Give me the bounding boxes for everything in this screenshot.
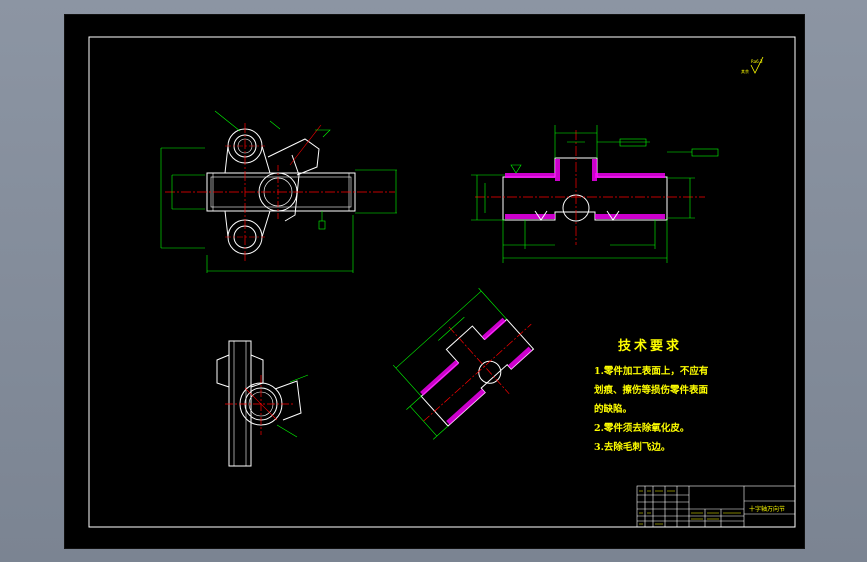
- note-line-5: 3.去除毛刺飞边。: [594, 442, 671, 453]
- roughness-symbol: 其余 Ra6.3: [741, 56, 764, 74]
- notes-title: 技术要求: [618, 339, 683, 354]
- title-block-marks: [639, 490, 741, 525]
- section-view: [471, 125, 719, 263]
- note-line-2: 划痕、擦伤等损伤零件表面: [594, 385, 709, 396]
- roughness-note: 其余: [741, 68, 749, 74]
- front-view: [160, 110, 397, 273]
- note-line-3: 的缺陷。: [594, 404, 633, 415]
- cad-drawing: 其余 Ra6.3: [88, 36, 796, 528]
- drawing-sheet: 其余 Ra6.3 技术要求 1.零件加工表面上，不应有 划痕、擦伤等损伤零件表面: [64, 14, 805, 549]
- inclined-section-view: [392, 287, 535, 440]
- technical-requirements: 技术要求 1.零件加工表面上，不应有 划痕、擦伤等损伤零件表面 的缺陷。 2.零…: [594, 335, 764, 457]
- side-view: [216, 340, 309, 467]
- note-line-4: 2.零件须去除氧化皮。: [594, 423, 690, 434]
- roughness-value: Ra6.3: [751, 59, 763, 64]
- note-line-1: 1.零件加工表面上，不应有: [594, 366, 709, 377]
- part-name: 十字轴万向节: [749, 506, 786, 513]
